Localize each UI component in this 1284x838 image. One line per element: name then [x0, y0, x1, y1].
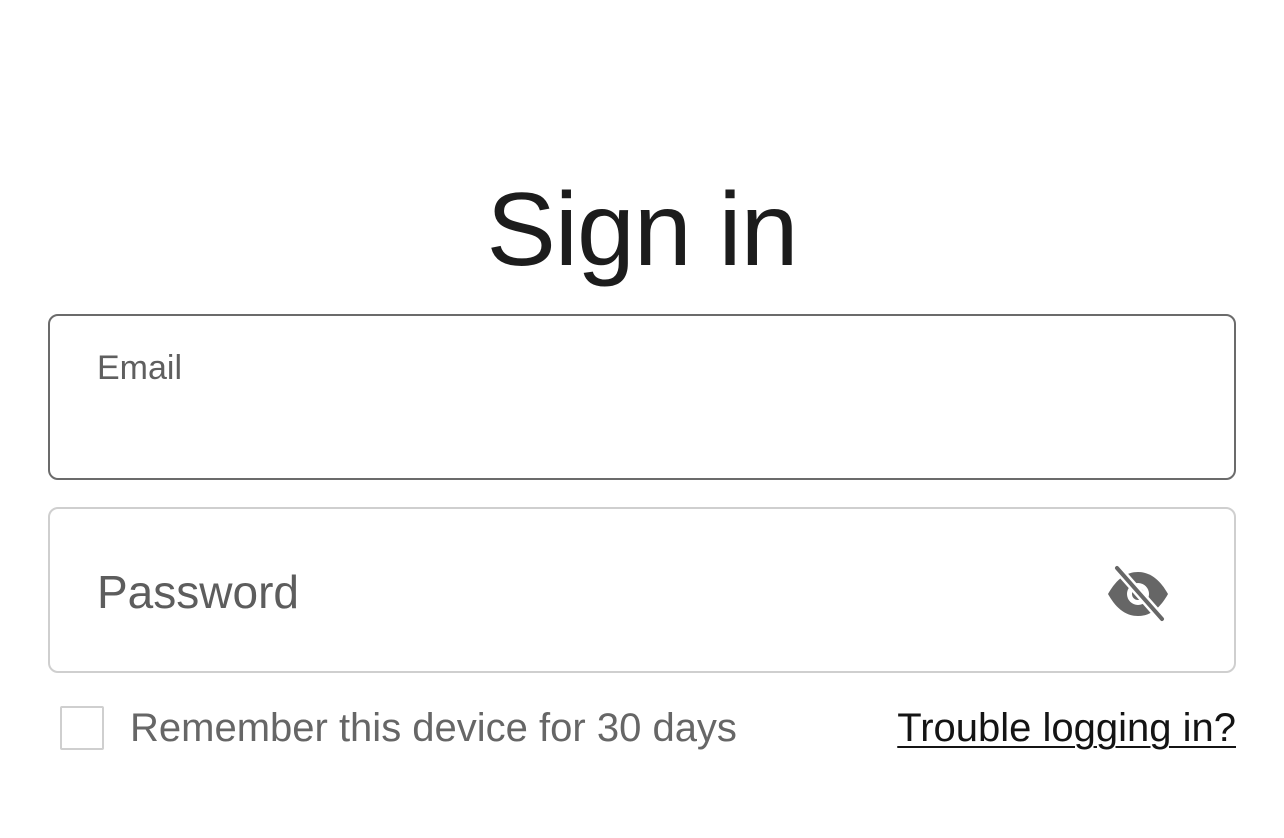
- email-field-label: Email: [97, 349, 183, 387]
- password-field[interactable]: [48, 507, 1236, 673]
- remember-device-option[interactable]: Remember this device for 30 days: [60, 703, 737, 753]
- email-field[interactable]: Email: [48, 314, 1236, 480]
- show-password-button[interactable]: [1102, 562, 1174, 626]
- remember-device-label[interactable]: Remember this device for 30 days: [130, 703, 737, 753]
- password-input[interactable]: [97, 564, 1057, 620]
- page-title: Sign in: [486, 171, 799, 288]
- trouble-logging-in-link[interactable]: Trouble logging in?: [897, 703, 1236, 753]
- email-input[interactable]: [97, 398, 1097, 448]
- eye-slash-icon: [1108, 565, 1168, 623]
- remember-device-checkbox[interactable]: [60, 706, 104, 750]
